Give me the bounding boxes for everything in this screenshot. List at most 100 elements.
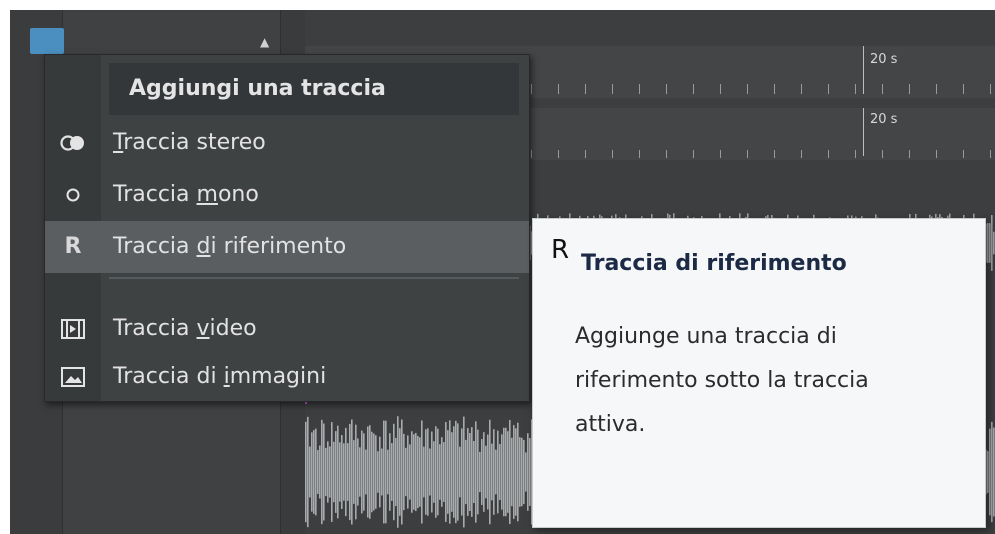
waveform-sample	[333, 441, 335, 503]
waveform-sample	[517, 422, 519, 522]
waveform-sample	[363, 433, 365, 511]
add-track-menu: Aggiungi una traccia Traccia stereo Trac…	[44, 54, 530, 402]
waveform-sample	[361, 430, 363, 514]
waveform-sample	[441, 437, 443, 507]
menu-item-label: Traccia di riferimento	[113, 234, 347, 259]
reference-icon: R	[551, 235, 570, 265]
ruler-minor-tick	[747, 150, 748, 158]
waveform-sample	[455, 420, 457, 524]
waveform-sample	[367, 426, 369, 518]
waveform-sample	[987, 223, 989, 263]
waveform-sample	[343, 443, 345, 501]
waveform-sample	[519, 437, 521, 507]
waveform-sample	[347, 443, 349, 501]
add-track-button[interactable]	[30, 28, 64, 54]
waveform-sample	[527, 433, 529, 511]
menu-item-mono-track[interactable]: Traccia mono	[45, 169, 529, 221]
waveform-sample	[425, 429, 427, 515]
ruler-major-tick	[863, 46, 864, 94]
ruler-minor-tick	[639, 150, 640, 158]
waveform-sample	[357, 438, 359, 506]
ruler-minor-tick	[666, 150, 667, 158]
waveform-sample	[337, 425, 339, 519]
menu-item-label: Traccia video	[113, 316, 257, 341]
waveform-sample	[485, 445, 487, 499]
waveform-sample	[439, 444, 441, 500]
waveform-sample	[399, 428, 401, 516]
waveform-sample	[431, 431, 433, 513]
reference-icon: R	[64, 234, 82, 259]
waveform-sample	[989, 428, 991, 516]
menu-header: Aggiungi una traccia	[109, 63, 519, 115]
waveform-sample	[993, 427, 995, 517]
menu-item-label: Traccia mono	[113, 182, 259, 207]
ruler-minor-tick	[936, 150, 937, 158]
ruler-minor-tick	[612, 84, 613, 94]
waveform-sample	[365, 449, 367, 495]
mouse-cursor-icon: ▲	[260, 35, 270, 49]
menu-item-image-track[interactable]: Traccia di immagini	[45, 351, 529, 403]
waveform-sample	[987, 451, 989, 493]
waveform-sample	[339, 442, 341, 502]
stereo-icon	[53, 117, 93, 169]
waveform-sample	[417, 435, 419, 509]
waveform-sample	[491, 443, 493, 501]
ruler-major-tick	[863, 108, 864, 156]
waveform-sample	[321, 419, 323, 525]
ruler-minor-tick	[585, 84, 586, 94]
video-icon	[53, 303, 93, 355]
waveform-sample	[445, 422, 447, 522]
waveform-sample	[397, 416, 399, 528]
ruler-minor-tick	[828, 150, 829, 158]
ruler-minor-tick	[936, 84, 937, 94]
image-icon	[53, 351, 93, 403]
ruler-minor-tick	[693, 84, 694, 94]
waveform-sample	[329, 446, 331, 498]
waveform-sample	[319, 445, 321, 499]
menu-separator	[109, 277, 519, 279]
waveform-sample	[521, 437, 523, 507]
waveform-sample	[351, 419, 353, 525]
ruler-minor-tick	[774, 84, 775, 94]
waveform-sample	[385, 420, 387, 524]
waveform-sample	[489, 419, 491, 525]
waveform-sample	[487, 434, 489, 510]
waveform-sample	[421, 420, 423, 524]
waveform-sample	[505, 427, 507, 517]
waveform-sample	[459, 446, 461, 498]
ruler-minor-tick	[990, 84, 991, 94]
ruler-minor-tick	[828, 84, 829, 94]
waveform-sample	[495, 449, 497, 495]
waveform-sample	[511, 437, 513, 507]
waveform-sample	[389, 433, 391, 511]
waveform-sample	[461, 428, 463, 516]
ruler-minor-tick	[558, 150, 559, 158]
waveform-sample	[501, 434, 503, 510]
ruler-minor-tick	[882, 150, 883, 158]
waveform-sample	[405, 447, 407, 497]
ruler-minor-tick	[909, 150, 910, 158]
ruler-minor-tick	[720, 150, 721, 158]
waveform-sample	[429, 448, 431, 496]
waveform-sample	[387, 449, 389, 495]
ruler-minor-tick	[882, 84, 883, 94]
ruler-minor-tick	[720, 84, 721, 94]
menu-item-video-track[interactable]: Traccia video	[45, 303, 529, 355]
waveform-sample	[509, 419, 511, 525]
waveform-sample	[477, 429, 479, 515]
waveform-sample	[393, 423, 395, 521]
waveform-sample	[327, 441, 329, 503]
mono-icon	[53, 169, 93, 221]
waveform-sample	[377, 451, 379, 493]
waveform-sample	[989, 223, 991, 263]
waveform-sample	[335, 431, 337, 513]
waveform-sample	[381, 448, 383, 496]
waveform-sample	[413, 434, 415, 510]
menu-item-stereo-track[interactable]: Traccia stereo	[45, 117, 529, 169]
menu-item-reference-track[interactable]: R Traccia di riferimento	[45, 221, 529, 273]
waveform-sample	[503, 427, 505, 517]
waveform-sample	[349, 423, 351, 521]
waveform-sample	[433, 441, 435, 503]
waveform-sample	[523, 439, 525, 505]
ruler-minor-tick	[774, 150, 775, 158]
